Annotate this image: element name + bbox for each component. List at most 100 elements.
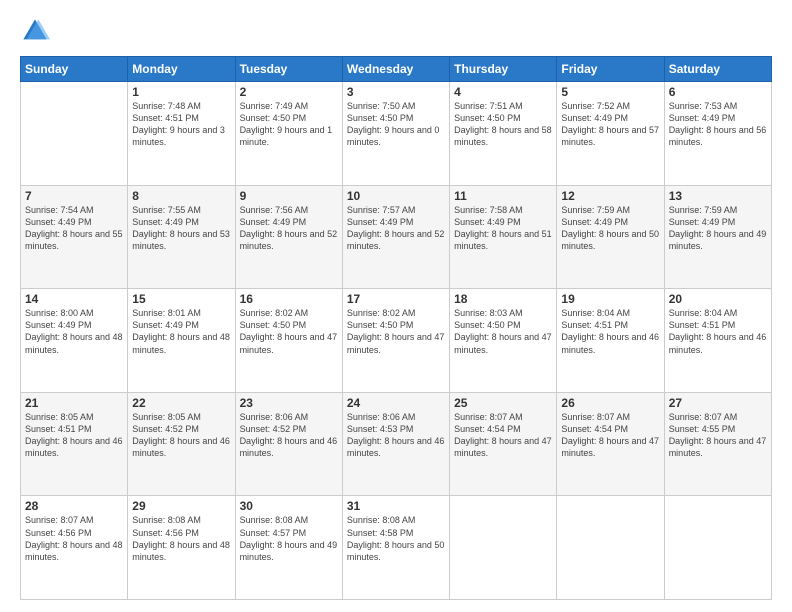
day-number: 29 — [132, 499, 230, 513]
day-number: 6 — [669, 85, 767, 99]
day-number: 10 — [347, 189, 445, 203]
day-number: 27 — [669, 396, 767, 410]
day-number: 1 — [132, 85, 230, 99]
header-saturday: Saturday — [664, 57, 771, 82]
day-number: 20 — [669, 292, 767, 306]
calendar-cell: 3Sunrise: 7:50 AMSunset: 4:50 PMDaylight… — [342, 82, 449, 186]
calendar-cell: 15Sunrise: 8:01 AMSunset: 4:49 PMDayligh… — [128, 289, 235, 393]
calendar-cell: 17Sunrise: 8:02 AMSunset: 4:50 PMDayligh… — [342, 289, 449, 393]
day-info: Sunrise: 8:01 AMSunset: 4:49 PMDaylight:… — [132, 307, 230, 356]
day-number: 25 — [454, 396, 552, 410]
calendar-cell: 6Sunrise: 7:53 AMSunset: 4:49 PMDaylight… — [664, 82, 771, 186]
header-thursday: Thursday — [450, 57, 557, 82]
calendar-cell: 26Sunrise: 8:07 AMSunset: 4:54 PMDayligh… — [557, 392, 664, 496]
calendar-cell: 29Sunrise: 8:08 AMSunset: 4:56 PMDayligh… — [128, 496, 235, 600]
calendar-cell: 8Sunrise: 7:55 AMSunset: 4:49 PMDaylight… — [128, 185, 235, 289]
day-info: Sunrise: 8:04 AMSunset: 4:51 PMDaylight:… — [669, 307, 767, 356]
day-number: 7 — [25, 189, 123, 203]
day-number: 21 — [25, 396, 123, 410]
calendar-cell: 25Sunrise: 8:07 AMSunset: 4:54 PMDayligh… — [450, 392, 557, 496]
calendar-cell: 12Sunrise: 7:59 AMSunset: 4:49 PMDayligh… — [557, 185, 664, 289]
day-info: Sunrise: 8:07 AMSunset: 4:54 PMDaylight:… — [454, 411, 552, 460]
day-number: 11 — [454, 189, 552, 203]
day-info: Sunrise: 7:52 AMSunset: 4:49 PMDaylight:… — [561, 100, 659, 149]
day-number: 17 — [347, 292, 445, 306]
day-number: 24 — [347, 396, 445, 410]
calendar-cell — [557, 496, 664, 600]
calendar-cell: 23Sunrise: 8:06 AMSunset: 4:52 PMDayligh… — [235, 392, 342, 496]
day-number: 28 — [25, 499, 123, 513]
calendar-week-4: 21Sunrise: 8:05 AMSunset: 4:51 PMDayligh… — [21, 392, 772, 496]
day-number: 8 — [132, 189, 230, 203]
day-info: Sunrise: 7:50 AMSunset: 4:50 PMDaylight:… — [347, 100, 445, 149]
day-number: 22 — [132, 396, 230, 410]
day-info: Sunrise: 7:54 AMSunset: 4:49 PMDaylight:… — [25, 204, 123, 253]
day-info: Sunrise: 8:07 AMSunset: 4:54 PMDaylight:… — [561, 411, 659, 460]
weekday-header-row: Sunday Monday Tuesday Wednesday Thursday… — [21, 57, 772, 82]
day-info: Sunrise: 7:57 AMSunset: 4:49 PMDaylight:… — [347, 204, 445, 253]
calendar-cell — [450, 496, 557, 600]
day-info: Sunrise: 7:55 AMSunset: 4:49 PMDaylight:… — [132, 204, 230, 253]
day-info: Sunrise: 7:48 AMSunset: 4:51 PMDaylight:… — [132, 100, 230, 149]
header-sunday: Sunday — [21, 57, 128, 82]
day-info: Sunrise: 8:08 AMSunset: 4:57 PMDaylight:… — [240, 514, 338, 563]
day-info: Sunrise: 8:08 AMSunset: 4:56 PMDaylight:… — [132, 514, 230, 563]
calendar-cell: 7Sunrise: 7:54 AMSunset: 4:49 PMDaylight… — [21, 185, 128, 289]
day-number: 9 — [240, 189, 338, 203]
header-tuesday: Tuesday — [235, 57, 342, 82]
day-info: Sunrise: 8:07 AMSunset: 4:56 PMDaylight:… — [25, 514, 123, 563]
day-info: Sunrise: 8:06 AMSunset: 4:52 PMDaylight:… — [240, 411, 338, 460]
day-number: 14 — [25, 292, 123, 306]
calendar-cell: 13Sunrise: 7:59 AMSunset: 4:49 PMDayligh… — [664, 185, 771, 289]
calendar-cell: 10Sunrise: 7:57 AMSunset: 4:49 PMDayligh… — [342, 185, 449, 289]
day-info: Sunrise: 7:53 AMSunset: 4:49 PMDaylight:… — [669, 100, 767, 149]
logo-icon — [20, 16, 50, 46]
day-info: Sunrise: 8:05 AMSunset: 4:51 PMDaylight:… — [25, 411, 123, 460]
calendar-cell: 19Sunrise: 8:04 AMSunset: 4:51 PMDayligh… — [557, 289, 664, 393]
calendar-cell: 22Sunrise: 8:05 AMSunset: 4:52 PMDayligh… — [128, 392, 235, 496]
calendar-week-3: 14Sunrise: 8:00 AMSunset: 4:49 PMDayligh… — [21, 289, 772, 393]
calendar-cell: 11Sunrise: 7:58 AMSunset: 4:49 PMDayligh… — [450, 185, 557, 289]
header — [20, 16, 772, 46]
day-number: 15 — [132, 292, 230, 306]
day-info: Sunrise: 8:03 AMSunset: 4:50 PMDaylight:… — [454, 307, 552, 356]
calendar-cell — [664, 496, 771, 600]
calendar-cell: 2Sunrise: 7:49 AMSunset: 4:50 PMDaylight… — [235, 82, 342, 186]
day-number: 31 — [347, 499, 445, 513]
calendar-cell: 4Sunrise: 7:51 AMSunset: 4:50 PMDaylight… — [450, 82, 557, 186]
day-number: 2 — [240, 85, 338, 99]
header-monday: Monday — [128, 57, 235, 82]
calendar-cell: 9Sunrise: 7:56 AMSunset: 4:49 PMDaylight… — [235, 185, 342, 289]
header-friday: Friday — [557, 57, 664, 82]
calendar-cell — [21, 82, 128, 186]
calendar-cell: 16Sunrise: 8:02 AMSunset: 4:50 PMDayligh… — [235, 289, 342, 393]
calendar-cell: 5Sunrise: 7:52 AMSunset: 4:49 PMDaylight… — [557, 82, 664, 186]
calendar-cell: 14Sunrise: 8:00 AMSunset: 4:49 PMDayligh… — [21, 289, 128, 393]
day-number: 3 — [347, 85, 445, 99]
day-number: 12 — [561, 189, 659, 203]
day-info: Sunrise: 8:02 AMSunset: 4:50 PMDaylight:… — [240, 307, 338, 356]
calendar-week-2: 7Sunrise: 7:54 AMSunset: 4:49 PMDaylight… — [21, 185, 772, 289]
calendar-cell: 31Sunrise: 8:08 AMSunset: 4:58 PMDayligh… — [342, 496, 449, 600]
logo — [20, 16, 54, 46]
day-info: Sunrise: 7:56 AMSunset: 4:49 PMDaylight:… — [240, 204, 338, 253]
day-info: Sunrise: 8:00 AMSunset: 4:49 PMDaylight:… — [25, 307, 123, 356]
calendar-cell: 28Sunrise: 8:07 AMSunset: 4:56 PMDayligh… — [21, 496, 128, 600]
day-info: Sunrise: 8:05 AMSunset: 4:52 PMDaylight:… — [132, 411, 230, 460]
calendar-cell: 1Sunrise: 7:48 AMSunset: 4:51 PMDaylight… — [128, 82, 235, 186]
day-info: Sunrise: 7:59 AMSunset: 4:49 PMDaylight:… — [669, 204, 767, 253]
day-info: Sunrise: 8:06 AMSunset: 4:53 PMDaylight:… — [347, 411, 445, 460]
day-info: Sunrise: 7:59 AMSunset: 4:49 PMDaylight:… — [561, 204, 659, 253]
day-number: 18 — [454, 292, 552, 306]
day-info: Sunrise: 7:49 AMSunset: 4:50 PMDaylight:… — [240, 100, 338, 149]
day-number: 30 — [240, 499, 338, 513]
calendar-table: Sunday Monday Tuesday Wednesday Thursday… — [20, 56, 772, 600]
day-number: 5 — [561, 85, 659, 99]
day-number: 26 — [561, 396, 659, 410]
page: Sunday Monday Tuesday Wednesday Thursday… — [0, 0, 792, 612]
day-info: Sunrise: 8:04 AMSunset: 4:51 PMDaylight:… — [561, 307, 659, 356]
day-info: Sunrise: 8:02 AMSunset: 4:50 PMDaylight:… — [347, 307, 445, 356]
calendar-cell: 27Sunrise: 8:07 AMSunset: 4:55 PMDayligh… — [664, 392, 771, 496]
header-wednesday: Wednesday — [342, 57, 449, 82]
day-number: 16 — [240, 292, 338, 306]
